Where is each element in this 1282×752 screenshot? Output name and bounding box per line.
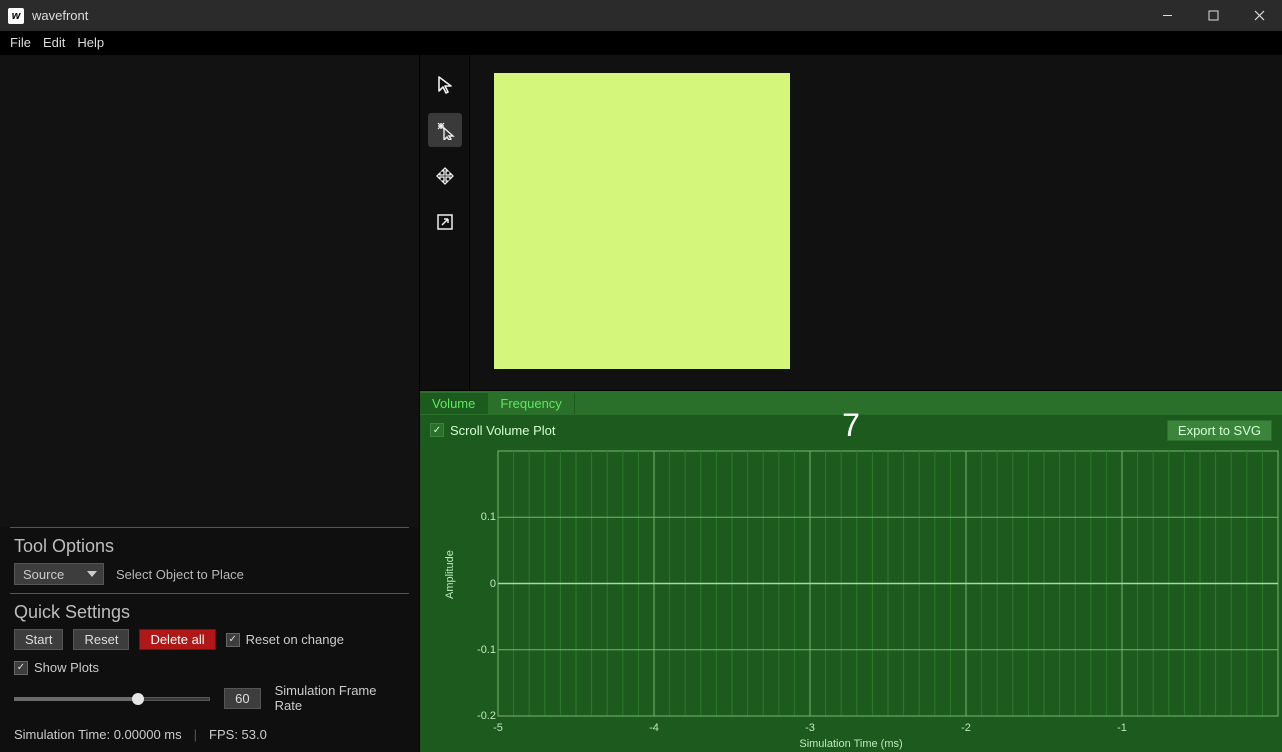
x-axis-label: Simulation Time (ms) [799,738,902,750]
y-tick: 0.1 [481,511,496,523]
simulation-canvas[interactable] [470,55,1282,390]
tool-hint: Select Object to Place [116,567,244,582]
export-svg-button[interactable]: Export to SVG [1167,420,1272,441]
show-plots-checkbox[interactable]: Show Plots [14,660,99,675]
menu-file[interactable]: File [4,33,37,52]
close-button[interactable] [1236,0,1282,31]
scene-tree[interactable] [0,55,419,527]
checkbox-icon [430,423,444,437]
tool-pointer[interactable] [428,67,462,101]
minimize-icon [1162,10,1173,21]
sim-time: Simulation Time: 0.00000 ms [14,727,182,742]
left-panel: Tool Options Source Select Object to Pla… [0,55,420,752]
checkbox-icon [14,661,28,675]
dropdown-value: Source [23,567,64,582]
frame-rate-value[interactable]: 60 [224,688,260,709]
tool-move[interactable] [428,159,462,193]
pointer-icon [435,74,455,94]
maximize-button[interactable] [1190,0,1236,31]
resize-icon [435,212,455,232]
maximize-icon [1208,10,1219,21]
x-tick: -1 [1117,722,1127,734]
tool-place[interactable] [428,113,462,147]
simulation-field[interactable] [494,73,790,369]
right-panel: Volume Frequency Scroll Volume Plot 7 Ex… [420,55,1282,752]
start-button[interactable]: Start [14,629,63,650]
minimize-button[interactable] [1144,0,1190,31]
x-tick: -4 [649,722,659,734]
checkbox-icon [226,633,240,647]
menubar: File Edit Help [0,31,1282,55]
tab-volume[interactable]: Volume [420,393,488,414]
volume-plot[interactable]: Amplitude Simulation Time (ms) -0.2-0.10… [420,445,1282,752]
x-tick: -3 [805,722,815,734]
x-tick: -5 [493,722,503,734]
y-tick: -0.2 [477,710,496,722]
object-type-dropdown[interactable]: Source [14,563,104,585]
tool-options-title: Tool Options [0,528,419,563]
tab-frequency[interactable]: Frequency [488,393,574,414]
overlay-number: 7 [842,407,860,444]
menu-help[interactable]: Help [71,33,110,52]
quick-settings-title: Quick Settings [0,594,419,629]
reset-on-change-checkbox[interactable]: Reset on change [226,632,344,647]
y-tick: -0.1 [477,644,496,656]
toolstrip [420,55,470,390]
chevron-down-icon [87,569,97,579]
menu-edit[interactable]: Edit [37,33,71,52]
y-tick: 0 [490,578,496,590]
app-icon: w [8,8,24,24]
titlebar: w wavefront [0,0,1282,31]
frame-rate-slider[interactable] [14,691,210,705]
window-title: wavefront [32,8,88,23]
fps-readout: FPS: 53.0 [209,727,267,742]
status-bar: Simulation Time: 0.00000 ms | FPS: 53.0 [0,721,419,752]
delete-all-button[interactable]: Delete all [139,629,215,650]
tool-resize[interactable] [428,205,462,239]
plot-panel: Volume Frequency Scroll Volume Plot 7 Ex… [420,391,1282,752]
scroll-volume-plot-checkbox[interactable]: Scroll Volume Plot [430,423,556,438]
plot-grid [420,445,1282,752]
close-icon [1254,10,1265,21]
frame-rate-label: Simulation Frame Rate [275,683,405,713]
reset-button[interactable]: Reset [73,629,129,650]
x-tick: -2 [961,722,971,734]
place-icon [435,120,455,140]
move-icon [435,166,455,186]
